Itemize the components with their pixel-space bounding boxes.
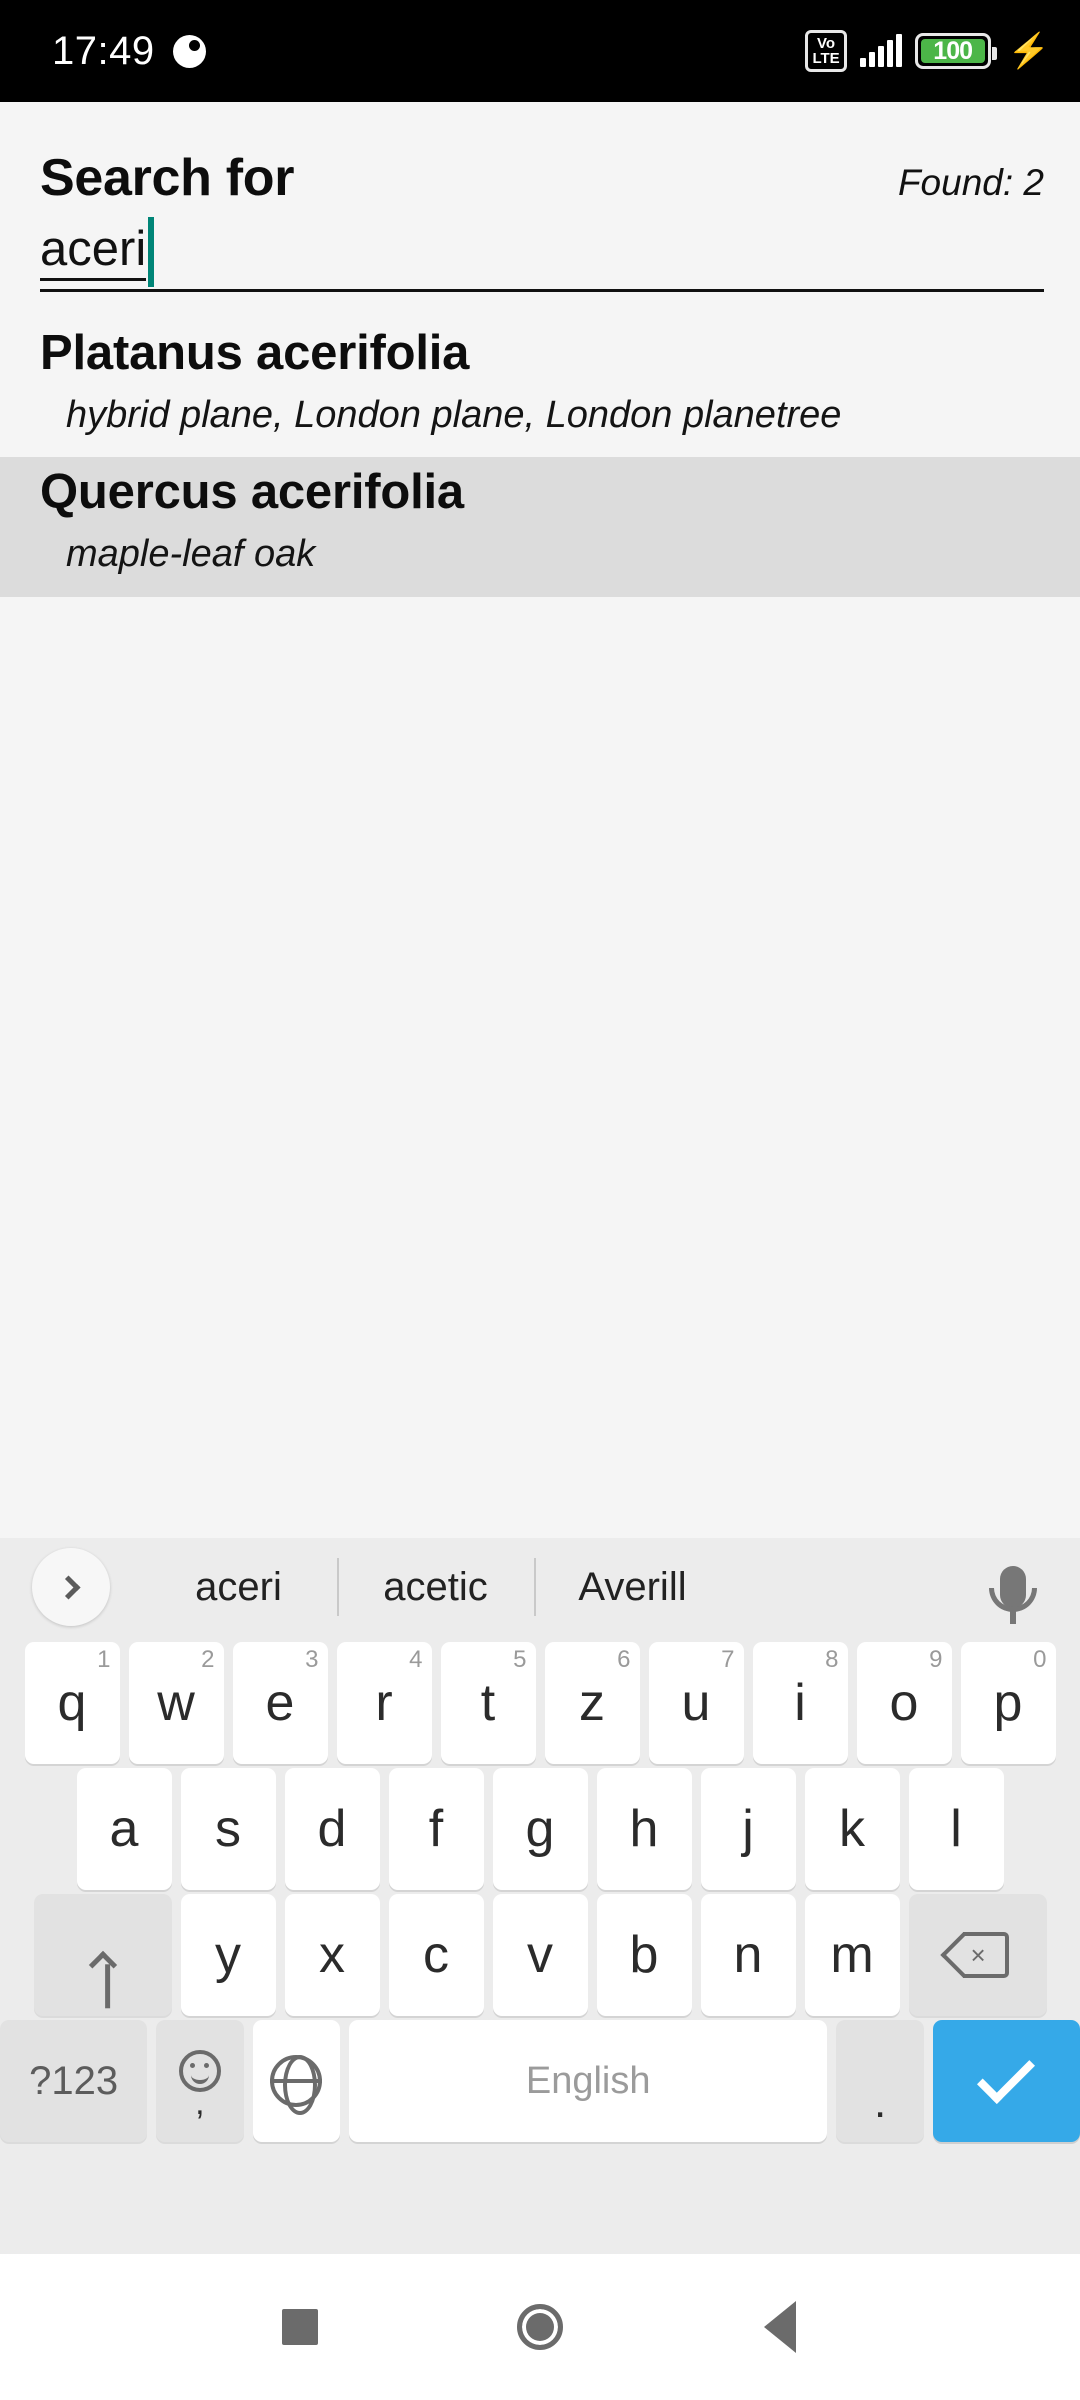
key-b[interactable]: b	[596, 1894, 692, 2016]
key-t[interactable]: 5t	[440, 1642, 536, 1764]
volte-bottom-label: LTE	[812, 50, 840, 67]
result-scientific-name: Quercus acerifolia	[40, 465, 464, 520]
key-label: i	[794, 1674, 806, 1732]
status-clock: 17:49	[52, 28, 155, 73]
key-d[interactable]: d	[284, 1768, 380, 1890]
period-key[interactable]: .	[836, 2020, 924, 2142]
list-item[interactable]: Quercus acerifolia maple-leaf oak	[0, 457, 1080, 597]
suggestion-list: aceri acetic Averill	[140, 1565, 731, 1610]
search-header: Search for Found: 2	[0, 102, 1080, 208]
key-label: u	[681, 1674, 711, 1732]
key-i[interactable]: 8i	[752, 1642, 848, 1764]
key-r[interactable]: 4r	[336, 1642, 432, 1764]
symbols-key[interactable]: ?123	[0, 2020, 148, 2142]
search-input[interactable]: aceri	[40, 214, 1044, 292]
key-y[interactable]: y	[180, 1894, 276, 2016]
key-hint: 4	[409, 1646, 423, 1673]
shift-arrow-up-icon[interactable]	[33, 1894, 172, 2016]
key-w[interactable]: 2w	[128, 1642, 224, 1764]
triangle-back-icon[interactable]	[660, 2301, 900, 2353]
on-screen-keyboard: aceri acetic Averill 1q 2w 3e 4r 5t 6z 7…	[0, 1538, 1080, 2254]
key-c[interactable]: c	[388, 1894, 484, 2016]
key-hint: 3	[305, 1646, 319, 1673]
key-z[interactable]: 6z	[544, 1642, 640, 1764]
key-j[interactable]: j	[700, 1768, 796, 1890]
volte-top-label: Vo	[817, 35, 836, 52]
text-caret	[148, 217, 154, 287]
checkmark-icon[interactable]	[932, 2020, 1080, 2142]
battery-percent-label: 100	[933, 36, 973, 65]
key-p[interactable]: 0p	[960, 1642, 1056, 1764]
keyboard-row-2: a s d f g h j k l	[0, 1768, 1080, 1890]
status-bar: 17:49 Vo LTE 100 ⚡	[0, 0, 1080, 102]
key-e[interactable]: 3e	[232, 1642, 328, 1764]
comma-label: ,	[195, 2084, 205, 2122]
found-count-label: Found: 2	[897, 162, 1044, 203]
result-common-names: hybrid plane, London plane, London plane…	[66, 393, 842, 436]
key-o[interactable]: 9o	[856, 1642, 952, 1764]
battery-icon: 100	[914, 33, 997, 69]
volte-icon: Vo LTE	[805, 30, 847, 72]
period-label: .	[873, 2078, 887, 2127]
lightning-bolt-icon: ⚡	[1007, 32, 1050, 70]
key-l[interactable]: l	[908, 1768, 1004, 1890]
keyboard-row-3: y x c v b n m ×	[0, 1894, 1080, 2016]
key-a[interactable]: a	[76, 1768, 172, 1890]
key-hint: 9	[929, 1646, 943, 1673]
key-u[interactable]: 7u	[648, 1642, 744, 1764]
key-hint: 0	[1033, 1646, 1047, 1673]
key-v[interactable]: v	[492, 1894, 588, 2016]
key-n[interactable]: n	[700, 1894, 796, 2016]
results-list: Platanus acerifolia hybrid plane, London…	[0, 318, 1080, 597]
globe-language-icon[interactable]	[252, 2020, 340, 2142]
key-label: q	[57, 1674, 87, 1732]
suggestion-strip: aceri acetic Averill	[0, 1538, 1080, 1636]
key-label: t	[480, 1674, 496, 1732]
keyboard-row-1: 1q 2w 3e 4r 5t 6z 7u 8i 9o 0p	[0, 1642, 1080, 1764]
space-key[interactable]: English	[349, 2020, 828, 2142]
key-s[interactable]: s	[180, 1768, 276, 1890]
key-x[interactable]: x	[284, 1894, 380, 2016]
key-h[interactable]: h	[596, 1768, 692, 1890]
key-hint: 1	[97, 1646, 111, 1673]
key-label: z	[579, 1674, 605, 1732]
search-input-value: aceri	[40, 221, 147, 281]
suggestion-item[interactable]: Averill	[534, 1565, 731, 1610]
key-hint: 6	[617, 1646, 631, 1673]
suggestion-item[interactable]: aceri	[140, 1565, 337, 1610]
result-scientific-name: Platanus acerifolia	[40, 326, 470, 380]
key-hint: 8	[825, 1646, 839, 1673]
chevron-right-icon[interactable]	[32, 1548, 110, 1626]
keyboard-row-4: ?123 , English .	[0, 2020, 1080, 2142]
key-label: e	[265, 1674, 295, 1732]
key-g[interactable]: g	[492, 1768, 588, 1890]
main-content: Search for Found: 2 aceri Platanus aceri…	[0, 102, 1080, 597]
microphone-icon[interactable]	[980, 1554, 1046, 1624]
circle-home-icon[interactable]	[420, 2304, 660, 2350]
key-hint: 7	[721, 1646, 735, 1673]
suggestion-item[interactable]: acetic	[337, 1565, 534, 1610]
key-m[interactable]: m	[804, 1894, 900, 2016]
key-label: w	[157, 1674, 195, 1732]
status-bar-left: 17:49	[52, 29, 206, 74]
signal-bars-icon	[859, 34, 902, 67]
status-bar-right: Vo LTE 100 ⚡	[805, 30, 1050, 72]
key-f[interactable]: f	[388, 1768, 484, 1890]
app-root: 17:49 Vo LTE 100 ⚡ Search for Found: 2 a…	[0, 0, 1080, 2400]
key-hint: 5	[513, 1646, 527, 1673]
key-k[interactable]: k	[804, 1768, 900, 1890]
key-label: r	[375, 1674, 393, 1732]
backspace-icon[interactable]: ×	[908, 1894, 1047, 2016]
result-common-names: maple-leaf oak	[66, 533, 316, 576]
key-label: p	[993, 1674, 1023, 1732]
key-label: o	[889, 1674, 919, 1732]
android-navigation-bar	[0, 2254, 1080, 2400]
moon-icon	[172, 34, 206, 68]
list-item[interactable]: Platanus acerifolia hybrid plane, London…	[0, 318, 1080, 457]
key-q[interactable]: 1q	[24, 1642, 120, 1764]
key-hint: 2	[201, 1646, 215, 1673]
page-title: Search for	[40, 149, 295, 207]
smiley-icon[interactable]: ,	[156, 2020, 244, 2142]
square-recents-icon[interactable]	[180, 2309, 420, 2345]
